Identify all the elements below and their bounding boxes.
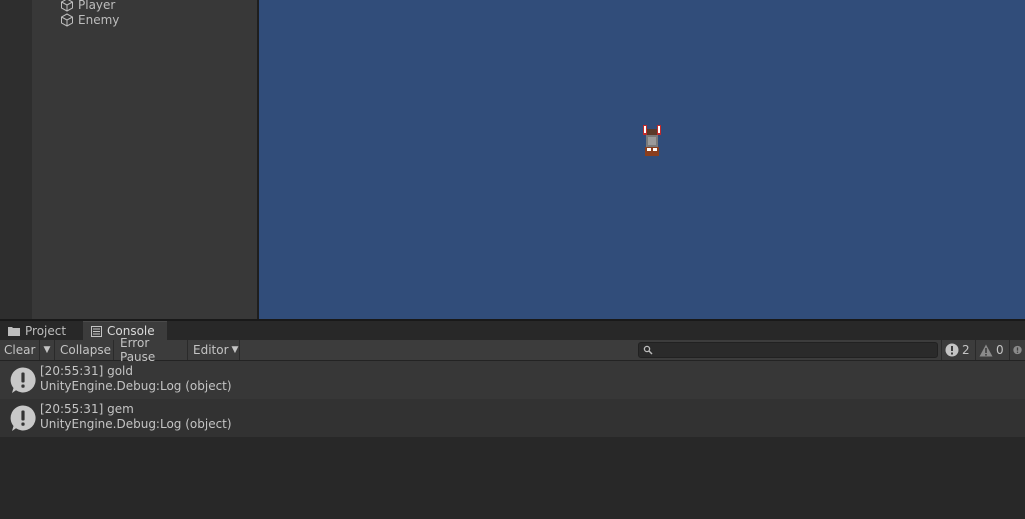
info-message-icon: [10, 405, 36, 431]
info-message-icon: [945, 343, 959, 357]
error-pause-label: Error Pause: [120, 336, 156, 364]
info-count-toggle[interactable]: 2: [941, 340, 975, 360]
log-message: [20:55:31] gold: [40, 364, 133, 378]
clear-button[interactable]: Clear: [0, 340, 40, 360]
log-message: [20:55:31] gem: [40, 402, 134, 416]
search-icon: [643, 345, 653, 355]
info-message-icon: [10, 367, 36, 393]
collapse-label: Collapse: [60, 343, 111, 357]
clear-options-dropdown[interactable]: ▼: [40, 340, 55, 360]
hierarchy-item-label: Enemy: [78, 13, 120, 27]
collapse-button[interactable]: Collapse: [55, 340, 114, 360]
info-count: 2: [962, 343, 970, 357]
gameobject-cube-icon: [61, 0, 73, 12]
log-entry[interactable]: [20:55:31] gold UnityEngine.Debug:Log (o…: [0, 361, 1025, 399]
error-count-toggle[interactable]: [1009, 340, 1025, 360]
console-log-list[interactable]: [20:55:31] gold UnityEngine.Debug:Log (o…: [0, 361, 1025, 519]
editor-dropdown[interactable]: Editor ▼: [188, 340, 240, 360]
hierarchy-panel: Player Enemy: [0, 0, 257, 319]
log-stacktrace: UnityEngine.Debug:Log (object): [40, 379, 232, 393]
clear-label: Clear: [4, 343, 36, 357]
chevron-down-icon: ▼: [43, 345, 51, 355]
console-icon: [91, 325, 102, 337]
warning-icon: [979, 344, 993, 356]
hierarchy-item-enemy[interactable]: Enemy: [60, 12, 119, 28]
gameobject-cube-icon: [61, 13, 73, 27]
scene-view[interactable]: [259, 0, 1025, 319]
hierarchy-item-label: Player: [78, 0, 116, 12]
tab-label: Project: [25, 323, 67, 338]
error-pause-button[interactable]: Error Pause: [114, 336, 188, 364]
log-entry[interactable]: [20:55:31] gem UnityEngine.Debug:Log (ob…: [0, 399, 1025, 437]
search-input[interactable]: [638, 342, 938, 358]
folder-icon: [8, 326, 20, 336]
hierarchy-gutter: [0, 0, 32, 319]
log-stacktrace: UnityEngine.Debug:Log (object): [40, 417, 232, 431]
player-character-sprite[interactable]: [642, 123, 662, 159]
error-icon: [1013, 345, 1022, 355]
editor-label: Editor: [193, 343, 229, 357]
tab-project[interactable]: Project: [0, 321, 80, 340]
warning-count: 0: [996, 343, 1004, 357]
chevron-down-icon: ▼: [231, 345, 239, 355]
warning-count-toggle[interactable]: 0: [975, 340, 1009, 360]
